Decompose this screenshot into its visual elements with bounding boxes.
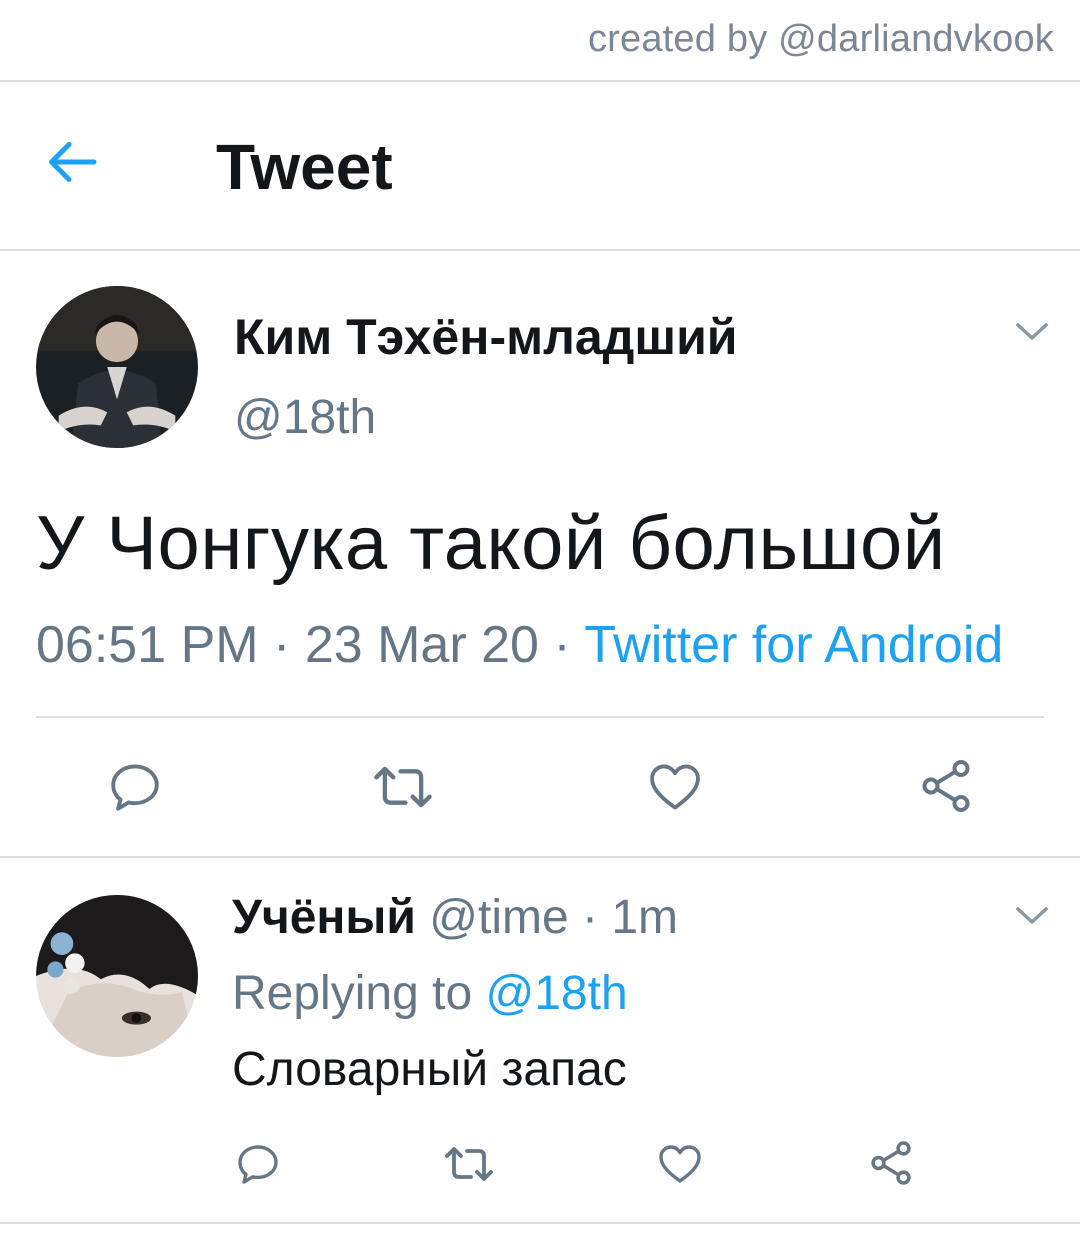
comment-icon bbox=[238, 1145, 278, 1184]
reply-retweet-button[interactable] bbox=[440, 1140, 498, 1188]
retweet-icon bbox=[445, 1147, 493, 1181]
back-button[interactable] bbox=[44, 132, 124, 202]
reply-divider bbox=[0, 1222, 1080, 1224]
reply-text: Словарный запас bbox=[232, 1043, 627, 1096]
share-button[interactable] bbox=[916, 756, 976, 816]
reply-author-handle[interactable]: @time bbox=[429, 891, 568, 944]
tweet-date: 23 Mar 20 bbox=[304, 616, 539, 674]
reply-comment-button[interactable] bbox=[234, 1140, 282, 1188]
share-icon bbox=[922, 760, 970, 812]
chevron-down-icon bbox=[1016, 907, 1048, 924]
comment-button[interactable] bbox=[106, 758, 164, 816]
retweet-button[interactable] bbox=[368, 758, 438, 816]
meta-separator: · bbox=[553, 616, 571, 674]
tweet-meta: 06:51 PM · 23 Mar 20 · Twitter for Andro… bbox=[36, 615, 1003, 675]
author-avatar[interactable] bbox=[36, 286, 198, 448]
watermark-credit: created by @darliandvkook bbox=[587, 18, 1054, 60]
page-title: Tweet bbox=[216, 131, 393, 203]
reply-author-avatar[interactable] bbox=[36, 895, 198, 1057]
reply-options-button[interactable] bbox=[1012, 900, 1052, 930]
share-icon bbox=[871, 1141, 911, 1185]
author-name[interactable]: Ким Тэхён-младший bbox=[234, 308, 738, 366]
tweet-divider bbox=[0, 856, 1080, 858]
replying-label: Replying to bbox=[232, 967, 473, 1020]
reply-header: Учёный @time · 1m bbox=[232, 890, 678, 945]
chevron-down-icon bbox=[1016, 323, 1048, 340]
arrow-left-icon bbox=[49, 142, 97, 182]
tweet-time: 06:51 PM bbox=[36, 616, 259, 674]
reply-share-button[interactable] bbox=[866, 1138, 916, 1188]
comment-icon bbox=[111, 764, 159, 811]
retweet-icon bbox=[374, 766, 432, 808]
meta-separator: · bbox=[273, 616, 291, 674]
meta-divider bbox=[36, 716, 1044, 718]
replying-to: Replying to @18th bbox=[232, 966, 628, 1021]
tweet-source-link[interactable]: Twitter for Android bbox=[584, 616, 1003, 674]
reply-author-name[interactable]: Учёный bbox=[232, 891, 416, 944]
author-handle[interactable]: @18th bbox=[234, 390, 376, 445]
like-icon bbox=[650, 764, 700, 810]
reply-separator: · bbox=[582, 891, 598, 944]
reply-time: 1m bbox=[611, 891, 679, 944]
header-divider bbox=[0, 249, 1080, 251]
like-button[interactable] bbox=[645, 758, 705, 816]
like-icon bbox=[659, 1145, 701, 1183]
replying-mention-link[interactable]: @18th bbox=[485, 967, 627, 1020]
tweet-text: У Чонгука такой большой bbox=[36, 501, 946, 586]
reply-like-button[interactable] bbox=[655, 1140, 705, 1188]
tweet-options-button[interactable] bbox=[1012, 316, 1052, 346]
app-header: Tweet bbox=[0, 82, 1080, 250]
